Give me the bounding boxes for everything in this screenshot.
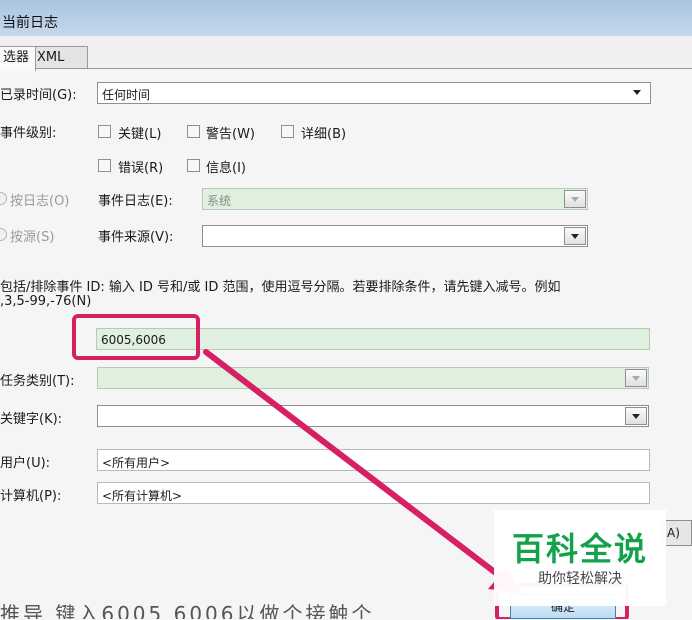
watermark-logo: 百科全说 助你轻松解决 [494, 510, 666, 606]
watermark-title: 百科全说 [511, 530, 648, 568]
watermark-subtitle: 助你轻松解决 [538, 571, 622, 587]
tab-filter[interactable]: 选器 [0, 46, 36, 71]
tutorial-caption: 推导 键入6005 6006以做个接触个 [0, 604, 375, 619]
